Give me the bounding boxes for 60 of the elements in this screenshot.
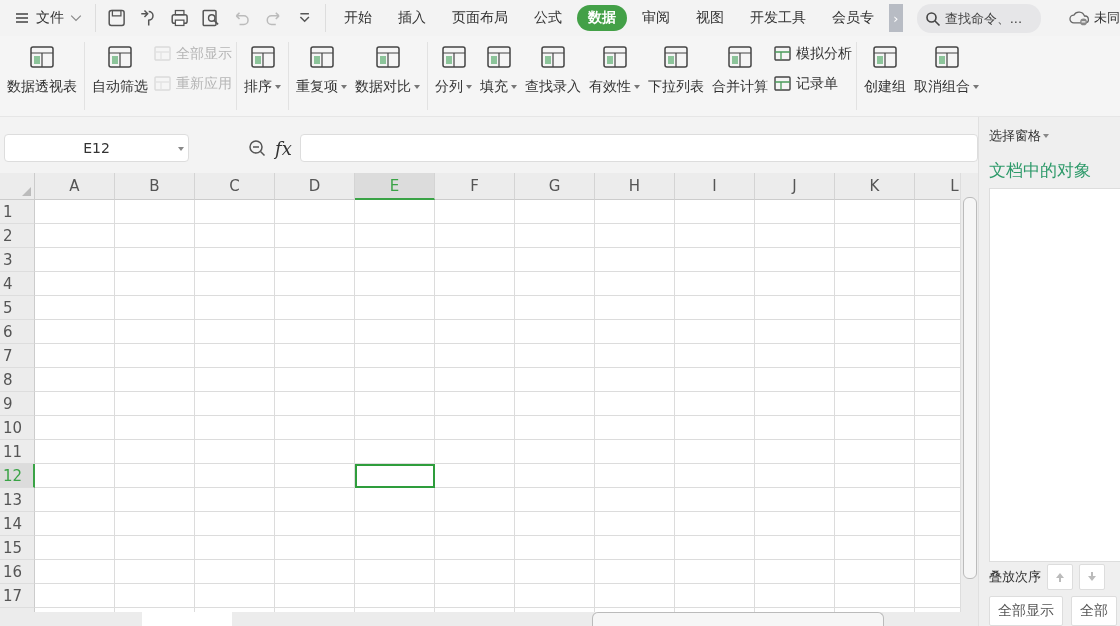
ribbon-tab[interactable]: 会员专 [821,5,886,31]
pane-heading: 文档中的对象 [989,159,1092,182]
row-header[interactable]: 16 [0,560,35,584]
ribbon-button[interactable]: 合并计算 [709,40,771,102]
ribbon-button[interactable]: 填充 [477,40,520,102]
ribbon-button[interactable]: 记录单 [773,74,852,94]
row-header[interactable]: 15 [0,536,35,560]
column-header[interactable]: F [435,173,515,200]
ribbon-button[interactable]: 自动筛选 [89,40,151,102]
ribbon-button[interactable]: 取消组合 [911,40,982,102]
ribbon-tab[interactable]: 视图 [685,5,736,31]
row-header[interactable]: 9 [0,392,35,416]
row-header[interactable]: 14 [0,512,35,536]
sync-status: 未同 [1094,9,1120,27]
pane-button[interactable]: 全部显示 [989,596,1063,626]
ribbon-button[interactable]: 下拉列表 [645,40,707,102]
row-header[interactable]: 11 [0,440,35,464]
column-header[interactable]: B [115,173,195,200]
column-header[interactable]: L [915,173,960,200]
ribbon-button[interactable]: 查找录入 [522,40,584,102]
column-header[interactable]: D [275,173,355,200]
row-header[interactable]: 1 [0,200,35,224]
search-field[interactable]: 查找命令、... [916,3,1041,33]
column-header[interactable]: J [755,173,835,200]
row-header[interactable]: 5 [0,296,35,320]
column-header[interactable]: A [35,173,115,200]
row-header[interactable]: 17 [0,584,35,608]
function-button[interactable]: fx [275,137,292,159]
ribbon-button[interactable]: 数据透视表 [4,40,80,102]
ribbon-button[interactable]: 模拟分析 [773,44,852,64]
ribbon-tab[interactable]: 公式 [523,5,574,31]
row-header[interactable]: 13 [0,488,35,512]
row-header[interactable]: 7 [0,344,35,368]
ribbon-button[interactable]: 创建组 [861,40,909,102]
column-header[interactable]: K [835,173,915,200]
pane-button[interactable]: 全部 [1071,596,1117,626]
row-header[interactable]: 10 [0,416,35,440]
row-header[interactable]: 6 [0,320,35,344]
ribbon-tab[interactable]: 页面布局 [441,5,520,31]
order-label: 叠放次序 [989,568,1041,586]
column-header[interactable]: C [195,173,275,200]
ribbon-button[interactable]: 数据对比 [352,40,423,102]
column-header[interactable]: I [675,173,755,200]
row-header[interactable]: 4 [0,272,35,296]
ribbon-tab[interactable]: 开发工具 [739,5,818,31]
selection-pane-menu[interactable]: 选择窗格 [989,127,1120,145]
ribbon-button[interactable]: 排序 [241,40,284,102]
row-header[interactable]: 2 [0,224,35,248]
ribbon-tab[interactable]: 审阅 [631,5,682,31]
ribbon-button[interactable]: 分列 [432,40,475,102]
ribbon-button[interactable]: 有效性 [586,40,643,102]
column-header[interactable]: G [515,173,595,200]
ribbon-button[interactable]: 重复项 [293,40,350,102]
ribbon-tab[interactable]: 开始 [333,5,384,31]
file-menu[interactable]: 文件 [8,4,88,32]
row-header[interactable]: 8 [0,368,35,392]
name-box[interactable]: E12 [4,134,189,162]
row-header[interactable]: 3 [0,248,35,272]
column-header[interactable]: H [595,173,675,200]
ribbon-tab[interactable]: 插入 [387,5,438,31]
